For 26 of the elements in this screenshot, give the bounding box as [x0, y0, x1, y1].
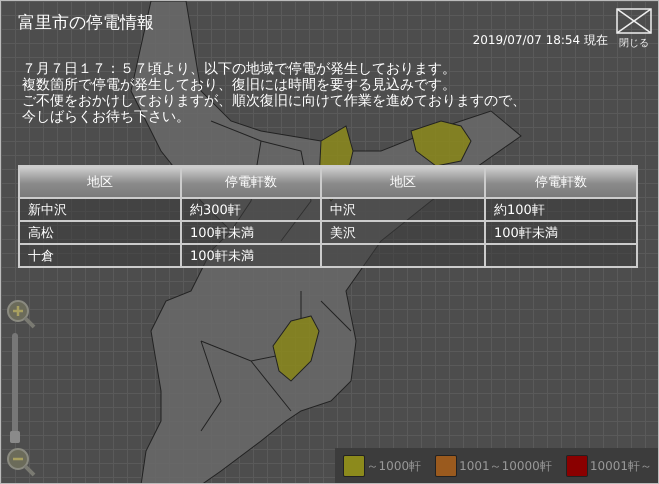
notice-text: ７月７日１７：５７頃より、以下の地域で停電が発生しております。 複数箇所で停電が発生しており、復旧には時間を要する見込みです。 ご不便をおかけしておりますが、順次復旧に向けて作業を進めておりますので、 今しばらくお待ち下さい。 — [22, 61, 527, 125]
close-button[interactable]: 閉じる — [616, 1, 658, 50]
legend-label: 1001～10000軒 — [459, 458, 552, 474]
column-header: 地区 — [19, 166, 181, 198]
table-cell: 美沢 — [321, 221, 485, 244]
table-cell: 約100軒 — [485, 198, 637, 221]
zoom-slider[interactable] — [12, 333, 18, 443]
table-cell: 100軒未満 — [181, 244, 321, 267]
legend-label: 10001軒～ — [590, 458, 652, 474]
table-cell: 100軒未満 — [485, 221, 637, 244]
column-header: 地区 — [321, 166, 485, 198]
table-cell: 十倉 — [19, 244, 181, 267]
table-cell: 高松 — [19, 221, 181, 244]
timestamp: 2019/07/07 18:54 現在 — [472, 32, 608, 49]
zoom-slider-thumb[interactable] — [10, 431, 20, 443]
column-header: 停電軒数 — [181, 166, 321, 198]
table-cell: 新中沢 — [19, 198, 181, 221]
table-cell: 100軒未満 — [181, 221, 321, 244]
close-icon — [616, 8, 652, 34]
window-title: 富里市の停電情報 — [18, 12, 154, 34]
zoom-in-icon[interactable] — [6, 299, 36, 329]
legend-label: ～1000軒 — [366, 458, 422, 474]
column-header: 停電軒数 — [485, 166, 637, 198]
table-cell: 中沢 — [321, 198, 485, 221]
zoom-out-icon[interactable] — [6, 447, 36, 477]
table-cell: 約300軒 — [181, 198, 321, 221]
